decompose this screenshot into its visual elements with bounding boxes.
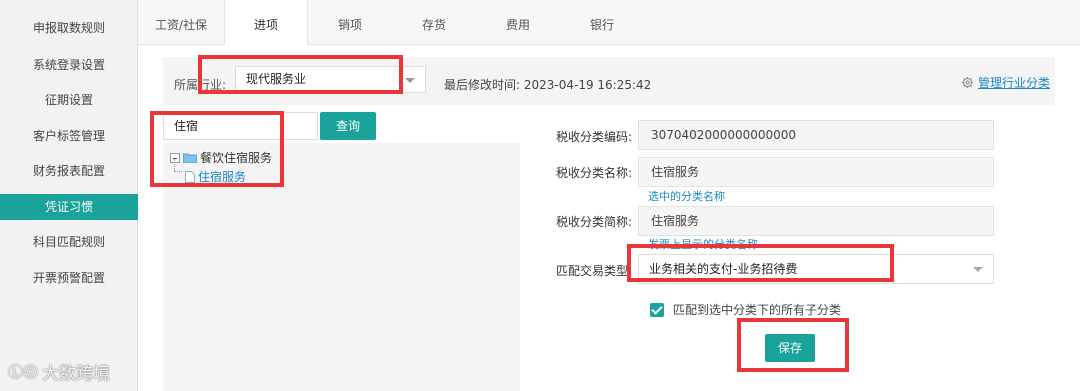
last-modified-text: 最后修改时间: 2023-04-19 16:25:42: [444, 78, 652, 92]
tab-inventory[interactable]: 存货: [392, 0, 476, 45]
watermark: ⓁⓄ 大数跨境: [8, 356, 110, 386]
tree-node-label: 住宿服务: [198, 170, 247, 184]
gear-icon: [961, 76, 974, 89]
main-panel: 所属行业: 现代服务业 最后修改时间: 2023-04-19 16:25:42 …: [138, 45, 1080, 391]
search-input[interactable]: 住宿: [163, 112, 318, 140]
match-children-label: 匹配到选中分类下的所有子分类: [673, 303, 842, 317]
sidebar: 申报取数规则 系统登录设置 征期设置 客户标签管理 财务报表配置 凭证习惯 科目…: [0, 0, 138, 391]
tax-short-label: 税收分类简称:: [556, 215, 633, 229]
tab-output[interactable]: 销项: [308, 0, 392, 45]
industry-bar: 所属行业: 现代服务业 最后修改时间: 2023-04-19 16:25:42 …: [163, 57, 1055, 105]
match-type-value: 业务相关的支付-业务招待费: [649, 262, 798, 276]
watermark-logo-icon: ⓁⓄ: [8, 362, 39, 381]
tax-code-field: 3070402000000000000: [638, 120, 994, 150]
tax-name-label: 税收分类名称:: [556, 166, 633, 180]
industry-select[interactable]: 现代服务业: [235, 66, 426, 93]
match-children-checkbox[interactable]: [650, 303, 664, 317]
tree-node-catering-lodging[interactable]: 餐饮住宿服务: [170, 149, 272, 166]
tax-name-hint: 选中的分类名称: [648, 190, 725, 203]
tax-name-field: 住宿服务: [638, 157, 994, 187]
sidebar-item-financial-reports[interactable]: 财务报表配置: [0, 158, 138, 184]
search-button[interactable]: 查询: [320, 112, 376, 140]
match-type-select[interactable]: 业务相关的支付-业务招待费: [638, 254, 994, 284]
collapse-icon[interactable]: [170, 152, 180, 163]
folder-icon: [183, 153, 197, 163]
sidebar-item-subject-matching[interactable]: 科目匹配规则: [0, 229, 138, 255]
sidebar-item-customer-tags[interactable]: 客户标签管理: [0, 123, 138, 149]
document-icon: [185, 170, 195, 183]
tree-node-label: 餐饮住宿服务: [200, 151, 273, 165]
sidebar-item-login-settings[interactable]: 系统登录设置: [0, 52, 138, 78]
tax-short-field: 住宿服务: [638, 206, 994, 236]
industry-select-value: 现代服务业: [246, 72, 307, 86]
tax-code-label: 税收分类编码:: [556, 130, 633, 144]
app-window: 申报取数规则 系统登录设置 征期设置 客户标签管理 财务报表配置 凭证习惯 科目…: [0, 0, 1080, 391]
sidebar-item-voucher-habits[interactable]: 凭证习惯: [0, 194, 138, 220]
save-button[interactable]: 保存: [765, 334, 815, 362]
tree-node-lodging[interactable]: 住宿服务: [185, 168, 246, 185]
watermark-text: 大数跨境: [42, 363, 111, 384]
manage-industry-label: 管理行业分类: [978, 76, 1051, 90]
tax-short-hint: 发票上显示的分类名称: [648, 238, 758, 251]
sidebar-item-period-settings[interactable]: 征期设置: [0, 87, 138, 113]
industry-label: 所属行业:: [174, 78, 227, 92]
tab-bar: 工资/社保 进项 销项 存货 费用 银行: [138, 0, 1080, 46]
tree-connector: [174, 159, 175, 171]
sidebar-item-invoice-alerts[interactable]: 开票预警配置: [0, 265, 138, 291]
tab-bank[interactable]: 银行: [560, 0, 644, 45]
tree-connector: [174, 171, 182, 172]
tab-input[interactable]: 进项: [224, 0, 308, 46]
manage-industry-link[interactable]: 管理行业分类: [961, 74, 1050, 91]
tab-expense[interactable]: 费用: [476, 0, 560, 45]
chevron-down-icon: [973, 267, 983, 272]
tab-salary-social[interactable]: 工资/社保: [138, 0, 224, 45]
chevron-down-icon: [405, 78, 415, 83]
sidebar-item-declare-rules[interactable]: 申报取数规则: [0, 15, 138, 41]
match-type-label: 匹配交易类型: [556, 264, 629, 278]
